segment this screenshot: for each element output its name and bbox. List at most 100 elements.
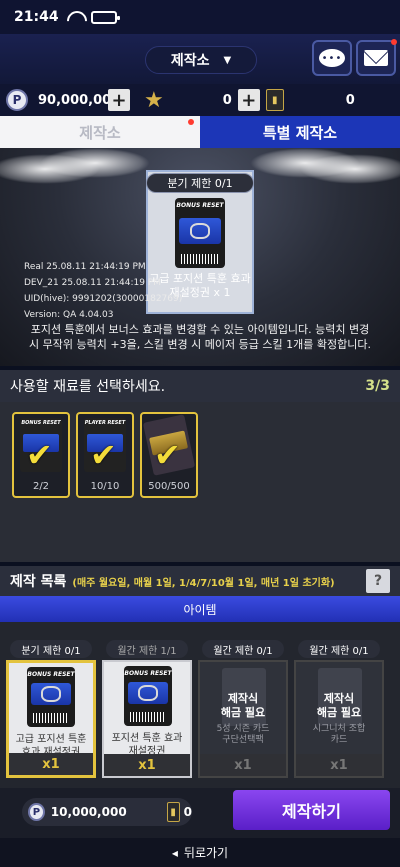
- status-bar: 21:44: [0, 0, 400, 34]
- cost-points: 10,000,000: [50, 805, 127, 819]
- help-button[interactable]: ?: [366, 569, 390, 593]
- cost-display: P 10,000,000 ▮ 0: [22, 798, 192, 826]
- card-qty: x1: [9, 753, 93, 775]
- material-qty: 500/500: [148, 481, 190, 492]
- page-title: 제작소: [170, 53, 210, 69]
- limit-badge: 월간 제한 0/1: [202, 640, 284, 658]
- tokens-value: 0: [345, 92, 355, 108]
- production-list: 분기 제한 0/1 BONUS RESET 고급 포지션 특훈 효과 재설정권 …: [0, 622, 400, 788]
- chat-icon-dots: •••: [321, 52, 343, 64]
- card-body: BONUS RESET 고급 포지션 특훈 효과 재설정권 x1: [6, 660, 96, 778]
- limit-badge: 월간 제한 0/1: [298, 640, 380, 658]
- tab-label: 제작소: [79, 123, 121, 142]
- materials-header: 사용할 재료를 선택하세요. 3/3: [0, 370, 400, 402]
- production-card-locked[interactable]: 월간 제한 0/1 제작식 해금 필요 시그니처 조합 카드 x1: [294, 630, 384, 778]
- check-icon: ✔: [154, 436, 181, 474]
- card-name-line: 구단선택팩: [222, 735, 264, 745]
- preview-panel: BONUS RESET 분기 제한 0/1 고급 포지션 특훈 효과 재설정권 …: [0, 148, 400, 366]
- page-title-dropdown[interactable]: 제작소 ▼: [145, 46, 257, 74]
- category-label: 아이템: [183, 602, 217, 617]
- material-label: PLAYER RESET: [84, 420, 126, 426]
- tab-workshop[interactable]: 제작소: [0, 116, 200, 148]
- card-name-line: 5성 시즌 카드: [216, 724, 270, 734]
- coin-symbol: P: [32, 806, 41, 818]
- ticket-band: [179, 218, 221, 244]
- battery-icon: [90, 10, 120, 24]
- debug-dev: DEV_21 25.08.11 21:44:19 PM: [24, 278, 161, 288]
- card-name: 5성 시즌 카드 구단선택팩: [200, 724, 286, 746]
- unlock-required-text: 제작식 해금 필요: [200, 692, 286, 720]
- materials-panel: BONUS RESET ✔ 2/2 PLAYER RESET ✔ 10/10 ✔…: [0, 402, 400, 562]
- material-label: BONUS RESET: [21, 420, 61, 426]
- card-name-line: 고급 포지션 특훈 효과: [149, 272, 251, 285]
- stadium-light: [300, 154, 400, 184]
- limit-text: 월간 제한 1/1: [117, 645, 177, 657]
- card-name: 시그니처 조합 카드: [296, 724, 382, 746]
- card-name-line: 포지션 특훈 효과: [111, 733, 183, 744]
- card-body: 제작식 해금 필요 5성 시즌 카드 구단선택팩 x1: [198, 660, 288, 778]
- notification-dot: [391, 39, 397, 45]
- reset-schedule: (매주 월요일, 매월 1일, 1/4/7/10월 1일, 매년 1일 초기화): [72, 577, 335, 589]
- check-icon: ✔: [26, 436, 53, 474]
- add-stars-button[interactable]: +: [237, 89, 260, 111]
- limit-text: 월간 제한 0/1: [309, 645, 369, 657]
- lock-line: 제작식: [227, 692, 259, 705]
- card-name-line: 고급 포지션 특훈: [15, 734, 87, 745]
- material-slot[interactable]: BONUS RESET ✔ 2/2: [12, 412, 70, 498]
- cost-tokens: 0: [183, 805, 192, 819]
- limit-badge: 분기 제한 0/1: [10, 640, 92, 658]
- card-body: BONUS RESET 포지션 특훈 효과 재설정권 x1: [102, 660, 192, 778]
- limit-text: 월간 제한 0/1: [213, 645, 273, 657]
- mail-icon: [364, 50, 388, 66]
- material-slot[interactable]: PLAYER RESET ✔ 10/10: [76, 412, 134, 498]
- debug-real: Real 25.08.11 21:44:19 PM: [24, 262, 146, 272]
- preview-limit-badge: 분기 제한 0/1: [146, 173, 254, 193]
- back-button[interactable]: ◂ 뒤로가기: [0, 838, 400, 867]
- card-body: 제작식 해금 필요 시그니처 조합 카드 x1: [294, 660, 384, 778]
- production-card[interactable]: 분기 제한 0/1 BONUS RESET 고급 포지션 특훈 효과 재설정권 …: [6, 630, 96, 778]
- craft-button[interactable]: 제작하기: [233, 790, 390, 830]
- point-coin-icon: P: [6, 89, 28, 111]
- bonus-reset-ticket-icon: BONUS RESET: [175, 198, 225, 268]
- ticket-band: [31, 683, 71, 705]
- barcode-icon: [33, 713, 69, 723]
- card-name-line: 시그니처 조합: [312, 724, 366, 734]
- tab-special-workshop[interactable]: 특별 제작소: [200, 116, 400, 148]
- help-icon: ?: [373, 573, 383, 589]
- tab-label: 특별 제작소: [262, 123, 338, 142]
- lock-line: 해금 필요: [316, 706, 362, 719]
- ticket-band: [128, 682, 168, 704]
- token-icon: ▮: [265, 89, 284, 111]
- token-icon: ▮: [166, 802, 180, 822]
- currency-bar: P 90,000,000 + ★ 0 + ▮ 0: [0, 84, 400, 116]
- production-heading: 제작 목록: [10, 574, 67, 590]
- add-points-button[interactable]: +: [108, 89, 130, 111]
- item-description: 포지션 특훈에서 보너스 효과를 변경할 수 있는 아이템입니다. 능력치 변경…: [29, 323, 371, 351]
- production-card-locked[interactable]: 월간 제한 0/1 제작식 해금 필요 5성 시즌 카드 구단선택팩 x1: [198, 630, 288, 778]
- chat-icon: •••: [319, 49, 345, 67]
- bonus-reset-ticket-icon: BONUS RESET: [124, 666, 172, 726]
- barcode-icon: [130, 712, 166, 722]
- category-bar[interactable]: 아이템: [0, 596, 400, 622]
- star-icon: ★: [144, 87, 164, 113]
- chat-button[interactable]: •••: [312, 40, 352, 76]
- craft-button-label: 제작하기: [282, 802, 341, 821]
- header: 제작소 ▼ •••: [0, 34, 400, 84]
- stadium-light: [40, 148, 150, 178]
- bottom-bar: P 10,000,000 ▮ 0 제작하기: [0, 788, 400, 838]
- back-label: 뒤로가기: [183, 846, 229, 860]
- tab-bar: 제작소 특별 제작소: [0, 116, 400, 148]
- back-arrow-icon: ◂: [171, 845, 178, 860]
- stars-value: 0: [222, 92, 232, 108]
- production-card[interactable]: 월간 제한 1/1 BONUS RESET 포지션 특훈 효과 재설정권 x1: [102, 630, 192, 778]
- points-value: 90,000,000: [38, 92, 121, 108]
- card-qty: x1: [200, 754, 286, 776]
- lock-line: 해금 필요: [220, 706, 266, 719]
- materials-count: 3/3: [365, 378, 390, 394]
- card-qty: x1: [104, 754, 190, 776]
- materials-heading: 사용할 재료를 선택하세요.: [10, 379, 166, 395]
- mail-button[interactable]: [356, 39, 397, 76]
- check-icon: ✔: [90, 436, 117, 474]
- material-slot[interactable]: ✔ 500/500: [140, 412, 198, 498]
- ticket-label: BONUS RESET: [176, 202, 224, 209]
